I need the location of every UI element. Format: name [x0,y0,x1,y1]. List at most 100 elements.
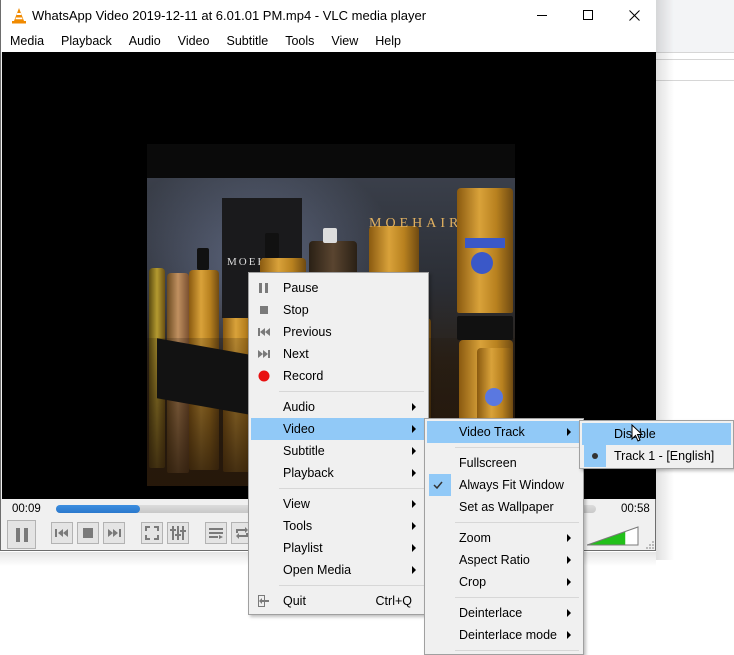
total-time: 00:58 [621,503,650,515]
submenu-arrow-icon [412,447,416,455]
previous-icon [55,529,68,537]
submenu-arrow-icon [412,425,416,433]
submenu-arrow-icon [412,522,416,530]
menu-separator [455,447,579,448]
close-icon [628,10,640,21]
menu-media[interactable]: Media [1,31,52,52]
previous-button[interactable] [51,522,73,544]
window-title: WhatsApp Video 2019-12-11 at 6.01.01 PM.… [32,8,427,23]
minimize-button[interactable] [519,0,565,31]
menu-video[interactable]: Video [169,31,218,52]
previous-icon [258,328,270,336]
menu-item-fullscreen[interactable]: Fullscreen [427,452,581,474]
quit-shortcut: Ctrl+Q [375,594,412,608]
menu-item-video-track[interactable]: Video Track [427,421,581,443]
equalizer-icon [170,526,186,540]
fullscreen-button[interactable] [141,522,163,544]
menu-item-open-media[interactable]: Open Media [251,559,426,581]
stop-icon [83,528,93,538]
menu-separator [279,585,424,586]
menu-separator [455,650,579,651]
submenu-arrow-icon [412,469,416,477]
pause-icon [259,283,268,293]
volume-slider[interactable] [587,526,639,546]
vlc-cone-icon [12,8,26,24]
seek-progress [56,505,140,513]
menu-audio[interactable]: Audio [120,31,169,52]
menu-playback[interactable]: Playback [52,31,120,52]
submenu-arrow-icon [412,544,416,552]
submenu-arrow-icon [412,566,416,574]
radio-dot-icon [592,453,598,459]
elapsed-time: 00:09 [12,503,41,515]
menu-item-playback[interactable]: Playback [251,462,426,484]
stop-icon [260,306,268,314]
menu-separator [455,522,579,523]
menu-view[interactable]: View [322,31,366,52]
menu-separator [279,391,424,392]
menu-item-playlist[interactable]: Playlist [251,537,426,559]
submenu-arrow-icon [567,428,571,436]
window-shadow [656,0,674,560]
menu-item-always-fit-window[interactable]: Always Fit Window [427,474,581,496]
video-track-submenu: Disable Track 1 - [English] [579,420,734,469]
pause-button[interactable] [7,520,36,549]
background-window [656,0,734,655]
close-button[interactable] [611,0,657,31]
playlist-button[interactable] [205,522,227,544]
extended-settings-button[interactable] [167,522,189,544]
checkmark-icon [433,481,443,489]
menu-item-view[interactable]: View [251,493,426,515]
menu-item-disable[interactable]: Disable [582,423,731,445]
menu-item-next[interactable]: Next [251,343,426,365]
quit-icon [258,595,269,607]
submenu-arrow-icon [567,609,571,617]
menu-item-previous[interactable]: Previous [251,321,426,343]
menu-subtitle[interactable]: Subtitle [218,31,277,52]
maximize-icon [582,10,593,20]
next-button[interactable] [103,522,125,544]
menu-item-pause[interactable]: Pause [251,277,426,299]
menu-item-tools[interactable]: Tools [251,515,426,537]
menu-item-set-as-wallpaper[interactable]: Set as Wallpaper [427,496,581,518]
menu-item-quit[interactable]: Quit Ctrl+Q [251,590,426,612]
submenu-arrow-icon [567,578,571,586]
pause-icon [15,527,28,542]
next-icon [108,529,121,537]
menu-tools[interactable]: Tools [276,31,322,52]
record-icon [258,370,270,382]
menu-item-deinterlace[interactable]: Deinterlace [427,602,581,624]
fullscreen-icon [145,526,159,540]
context-menu: Pause Stop Previous Next Record Audio Vi… [248,272,429,615]
menu-item-track-1[interactable]: Track 1 - [English] [582,445,731,467]
mouse-cursor-icon [631,424,644,442]
loop-icon [236,527,248,539]
resize-grip[interactable] [645,540,654,549]
video-watermark: MOEHAIR [369,216,463,231]
menu-item-audio[interactable]: Audio [251,396,426,418]
menu-item-crop[interactable]: Crop [427,571,581,593]
menu-item-record[interactable]: Record [251,365,426,387]
menu-bar: Media Playback Audio Video Subtitle Tool… [1,31,656,52]
submenu-arrow-icon [567,556,571,564]
next-icon [258,350,270,358]
submenu-arrow-icon [567,534,571,542]
submenu-arrow-icon [412,403,416,411]
menu-separator [279,488,424,489]
menu-item-video[interactable]: Video [251,418,426,440]
menu-item-stop[interactable]: Stop [251,299,426,321]
menu-separator [455,597,579,598]
stop-button[interactable] [77,522,99,544]
maximize-button[interactable] [565,0,611,31]
menu-item-zoom[interactable]: Zoom [427,527,581,549]
title-bar[interactable]: WhatsApp Video 2019-12-11 at 6.01.01 PM.… [1,0,656,31]
menu-help[interactable]: Help [366,31,409,52]
playlist-icon [209,528,223,539]
menu-item-subtitle[interactable]: Subtitle [251,440,426,462]
menu-item-aspect-ratio[interactable]: Aspect Ratio [427,549,581,571]
video-submenu: Video Track Fullscreen Always Fit Window… [424,418,584,655]
minimize-icon [536,15,547,16]
submenu-arrow-icon [567,631,571,639]
menu-item-deinterlace-mode[interactable]: Deinterlace mode [427,624,581,646]
submenu-arrow-icon [412,500,416,508]
